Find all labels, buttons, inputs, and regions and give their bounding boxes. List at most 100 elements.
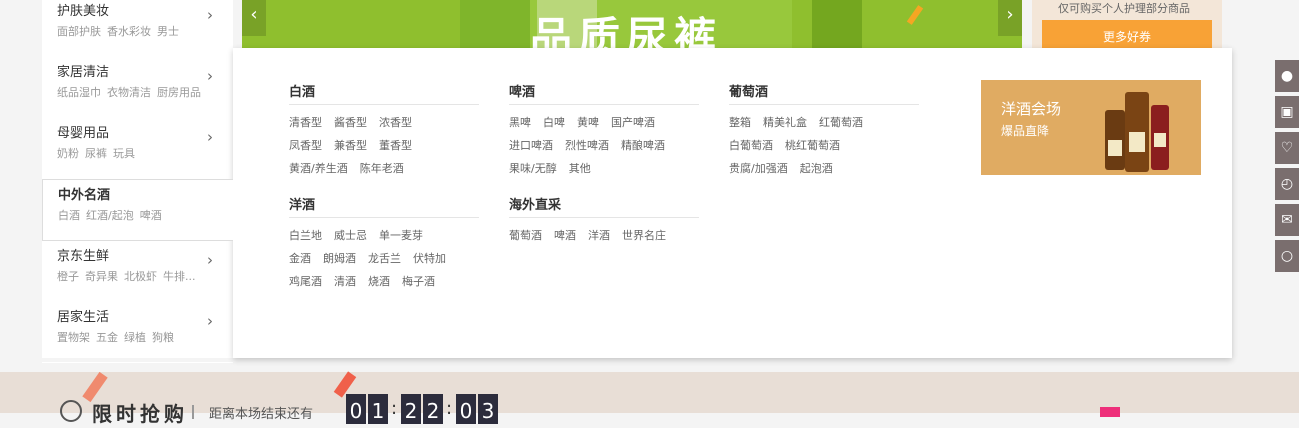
sub-link[interactable]: 啤酒 [140, 209, 162, 222]
sub-link[interactable]: 玩具 [113, 147, 135, 160]
item-link[interactable]: 进口啤酒 [509, 139, 553, 152]
item-link[interactable]: 伏特加 [413, 252, 446, 265]
item-link[interactable]: 酱香型 [334, 116, 367, 129]
sub-link[interactable]: 北极虾 [124, 270, 157, 283]
sub-link[interactable]: 五金 [96, 331, 118, 344]
item-link[interactable]: 世界名庄 [622, 229, 666, 242]
sub-link[interactable]: 牛排... [163, 270, 196, 283]
sidebar-item-fresh[interactable]: 京东生鲜 橙子 奇异果 北极虾 牛排... › [42, 241, 233, 302]
group-overseas: 海外直采 葡萄酒 啤酒 洋酒 世界名庄 [509, 194, 699, 247]
chevron-right-icon: › [207, 128, 213, 146]
sub-link[interactable]: 奇异果 [85, 270, 118, 283]
sub-link[interactable]: 尿裤 [85, 147, 107, 160]
item-link[interactable]: 桃红葡萄酒 [785, 139, 840, 152]
item-link[interactable]: 金酒 [289, 252, 311, 265]
item-link[interactable]: 黄酒/养生酒 [289, 162, 348, 175]
item-link[interactable]: 白兰地 [289, 229, 322, 242]
group-title[interactable]: 白酒 [289, 81, 479, 105]
sub-link[interactable]: 纸品湿巾 [57, 86, 101, 99]
sidebar-item-home-living[interactable]: 居家生活 置物架 五金 绿植 狗粮 › [42, 302, 233, 363]
item-link[interactable]: 朗姆酒 [323, 252, 356, 265]
item-link[interactable]: 浓香型 [379, 116, 412, 129]
category-subs: 面部护肤 香水彩妆 男士 [57, 23, 185, 39]
sub-link[interactable]: 置物架 [57, 331, 90, 344]
category-subs: 白酒 红酒/起泡 啤酒 [58, 207, 168, 223]
countdown-digit: 2 [423, 394, 443, 424]
item-link[interactable]: 单一麦芽 [379, 229, 423, 242]
group-title[interactable]: 海外直采 [509, 194, 699, 218]
sidebar-item-home-cleaning[interactable]: 家居清洁 纸品湿巾 衣物清洁 厨房用品 › [42, 57, 233, 118]
sidebar-item-mother-baby[interactable]: 母婴用品 奶粉 尿裤 玩具 › [42, 118, 233, 179]
sub-link[interactable]: 绿植 [124, 331, 146, 344]
item-link[interactable]: 烈性啤酒 [565, 139, 609, 152]
item-link[interactable]: 清酒 [334, 275, 356, 288]
sub-link[interactable]: 厨房用品 [157, 86, 201, 99]
item-link[interactable]: 贵腐/加强酒 [729, 162, 788, 175]
divider [192, 405, 194, 419]
item-link[interactable]: 黄啤 [577, 116, 599, 129]
item-link[interactable]: 葡萄酒 [509, 229, 542, 242]
money-bag-icon[interactable]: ○ [1275, 240, 1299, 272]
group-title[interactable]: 葡萄酒 [729, 81, 919, 105]
item-link[interactable]: 威士忌 [334, 229, 367, 242]
sub-link[interactable]: 白酒 [58, 209, 80, 222]
sub-link[interactable]: 衣物清洁 [107, 86, 151, 99]
group-items: 黑啤 白啤 黄啤 国产啤酒 进口啤酒 烈性啤酒 精酿啤酒 果味/无醇 其他 [509, 111, 699, 180]
sub-link[interactable]: 狗粮 [152, 331, 174, 344]
sub-link[interactable]: 橙子 [57, 270, 79, 283]
item-link[interactable]: 清香型 [289, 116, 322, 129]
history-icon[interactable]: ◴ [1275, 168, 1299, 200]
chat-icon[interactable]: ✉ [1275, 204, 1299, 236]
item-link[interactable]: 精酿啤酒 [621, 139, 665, 152]
group-title[interactable]: 啤酒 [509, 81, 699, 105]
spirits-promo-banner[interactable]: 洋酒会场 爆品直降 [981, 80, 1201, 175]
item-link[interactable]: 龙舌兰 [368, 252, 401, 265]
cart-icon[interactable]: ▣ [1275, 96, 1299, 128]
category-subs: 置物架 五金 绿植 狗粮 [57, 329, 180, 345]
sidebar-item-beauty[interactable]: 护肤美妆 面部护肤 香水彩妆 男士 › [42, 0, 233, 57]
sidebar-item-liquor[interactable]: 中外名酒 白酒 红酒/起泡 啤酒 [42, 179, 233, 241]
item-link[interactable]: 兼香型 [334, 139, 367, 152]
sub-link[interactable]: 香水彩妆 [107, 25, 151, 38]
item-link[interactable]: 其他 [569, 162, 591, 175]
item-link[interactable]: 梅子酒 [402, 275, 435, 288]
group-items: 白兰地 威士忌 单一麦芽 金酒 朗姆酒 龙舌兰 伏特加 鸡尾酒 清酒 烧酒 梅子酒 [289, 224, 479, 293]
item-link[interactable]: 白啤 [543, 116, 565, 129]
item-link[interactable]: 果味/无醇 [509, 162, 557, 175]
bottle-image [1151, 105, 1169, 170]
sub-link[interactable]: 男士 [157, 25, 179, 38]
item-link[interactable]: 烧酒 [368, 275, 390, 288]
group-title[interactable]: 洋酒 [289, 194, 479, 218]
item-link[interactable]: 国产啤酒 [611, 116, 655, 129]
item-link[interactable]: 黑啤 [509, 116, 531, 129]
decorative-slash [906, 5, 924, 25]
user-icon[interactable]: ● [1275, 60, 1299, 92]
product-pack-image [812, 0, 862, 48]
item-link[interactable]: 啤酒 [554, 229, 576, 242]
category-title: 居家生活 [57, 310, 110, 325]
banner-next-button[interactable]: › [998, 0, 1022, 36]
item-link[interactable]: 整箱 [729, 116, 751, 129]
sub-link[interactable]: 面部护肤 [57, 25, 101, 38]
countdown-digit: 0 [456, 394, 476, 424]
countdown-separator: : [446, 398, 453, 419]
sub-link[interactable]: 奶粉 [57, 147, 79, 160]
item-link[interactable]: 红葡萄酒 [819, 116, 863, 129]
item-link[interactable]: 董香型 [379, 139, 412, 152]
item-link[interactable]: 洋酒 [588, 229, 610, 242]
item-link[interactable]: 鸡尾酒 [289, 275, 322, 288]
banner-prev-button[interactable]: ‹ [242, 0, 266, 36]
category-title: 家居清洁 [57, 65, 110, 80]
item-link[interactable]: 凤香型 [289, 139, 322, 152]
top-banner[interactable]: 品质尿裤 ‹ › [242, 0, 1022, 48]
item-link[interactable]: 陈年老酒 [360, 162, 404, 175]
heart-icon[interactable]: ♡ [1275, 132, 1299, 164]
item-link[interactable]: 精美礼盒 [763, 116, 807, 129]
item-link[interactable]: 起泡酒 [800, 162, 833, 175]
sub-link[interactable]: 红酒/起泡 [86, 209, 134, 222]
group-wine: 葡萄酒 整箱 精美礼盒 红葡萄酒 白葡萄酒 桃红葡萄酒 贵腐/加强酒 起泡酒 [729, 81, 919, 180]
item-link[interactable]: 白葡萄酒 [729, 139, 773, 152]
more-coupons-button[interactable]: 更多好券 [1042, 20, 1212, 48]
countdown-digit: 2 [401, 394, 421, 424]
coupon-text: 仅可购买个人护理部分商品 [1058, 2, 1190, 15]
